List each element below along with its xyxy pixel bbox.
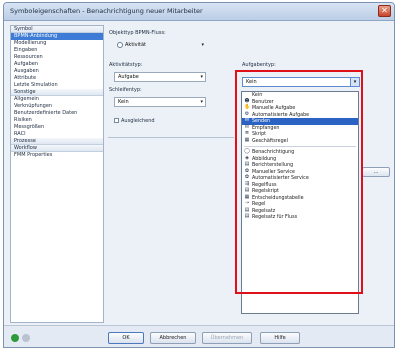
dropdown-option-label: Empfangen [252,125,280,131]
dropdown-option-label: Regelfluss [252,182,277,188]
nav-section-header[interactable]: Sonstige [11,89,103,96]
bpmn-flow-value: Aktivität [125,42,146,48]
ok-button[interactable]: OK [108,332,144,344]
manual-service-icon: ✿ [244,167,250,174]
dropdown-option-label: Manuelle Aufgabe [252,106,296,111]
dropdown-option[interactable]: ▦ Geschäftsregel [242,136,358,145]
none-icon [244,92,250,97]
status-idle-icon [22,334,30,342]
chevron-down-icon: ▾ [200,99,203,105]
ruleset-icon: ▤ [244,206,250,213]
sidebar-item[interactable]: Letzte Simulation [11,82,103,89]
dropdown-separator [244,146,356,147]
envelope-icon: ✉ [244,123,250,130]
sidebar-item[interactable]: Allgemein [11,96,103,103]
close-button[interactable]: ✕ [378,5,391,17]
status-ok-icon [11,334,19,342]
apply-button[interactable]: Übernehmen [202,332,252,344]
bpmn-flow-select[interactable]: Aktivität ▾ [114,41,206,51]
dropdown-option-label: Benutzer [252,99,274,105]
dropdown-option-label: Automatisierter Service [252,176,309,181]
dropdown-option-label: Abbildung [252,156,277,162]
loop-type-label: Schleifentyp: [109,87,142,93]
dropdown-option-label: Senden [252,119,271,124]
sidebar-item[interactable]: Aufgaben [11,61,103,68]
more-button[interactable]: ... [362,167,390,177]
mapping-icon: ◈ [245,154,249,161]
loop-type-value: Kein [118,99,129,105]
speech-bubble-icon: ◯ [244,148,250,154]
rule-icon: ⇢ [244,200,250,206]
sidebar-item[interactable]: Ressourcen [11,54,103,61]
sidebar-nav: Symbol BPMN-Anbindung Modellierung Eingaben… [10,25,104,323]
sidebar-item[interactable]: Risiken [11,117,103,124]
sidebar-item[interactable]: Attribute [11,75,103,82]
dropdown-option-label: Regelskript [252,189,279,194]
task-type-dropdown-list: Kein ☻ Benutzer ✋ Manuelle Aufgabe ⚙ Automatis… [241,91,359,314]
radio-icon [117,41,123,48]
dropdown-option-label: Regelsatz [252,208,276,214]
task-type-label: Aufgabentyp: [242,62,276,68]
sidebar-item[interactable]: Messgrößen [11,124,103,131]
chevron-down-icon: ▾ [200,74,203,80]
compensation-checkbox[interactable]: Ausgleichend [114,118,155,124]
nav-section-header[interactable]: Workflow [11,145,103,152]
dropdown-option-label: Berichterstellung [252,163,294,168]
sidebar-item[interactable]: Verknüpfungen [11,103,103,110]
dropdown-option-label: Regelsatz für Fluss [252,215,298,220]
nav-section-header[interactable]: Symbol [11,26,103,33]
task-type-value: Kein [246,79,257,85]
auto-service-icon: ✿ [244,174,250,180]
main-content: Objekttyp BPMN-Fluss: Aktivität ▾ Aktivi… [108,25,392,323]
dropdown-option-label: Manueller Service [252,169,295,175]
task-type-select[interactable]: Kein ▾ [242,77,360,87]
dropdown-option-label: Kein [252,93,263,98]
sidebar-item[interactable]: BPMN-Anbindung [11,33,103,40]
help-button[interactable]: Hilfe [260,332,300,344]
report-icon: ▤ [244,161,250,167]
title-bar: Symboleigenschaften - Benachrichtigung n… [4,3,394,21]
sidebar-item[interactable]: Eingaben [11,47,103,54]
compensation-label: Ausgleichend [121,118,155,124]
chevron-down-icon: ▾ [350,78,359,86]
dropdown-option-label: Skript [252,132,267,137]
sidebar-item[interactable]: RACI [11,131,103,138]
hand-icon: ✋ [244,104,251,110]
script-icon: ≣ [244,130,250,136]
dropdown-option-label: Automatisierte Aufgabe [252,112,310,118]
bpmn-flow-label: Objekttyp BPMN-Fluss: [109,30,166,36]
loop-type-select[interactable]: Kein ▾ [114,97,206,107]
activity-type-label: Aktivitätstyp: [109,62,143,68]
properties-dialog: Symboleigenschaften - Benachrichtigung n… [3,2,395,348]
divider [108,137,234,138]
dropdown-option-label: Geschäftsregel [252,138,288,144]
rule-script-icon: ▤ [244,187,250,193]
dialog-footer: OK Abbrechen Übernehmen Hilfe [4,325,394,347]
user-icon: ☻ [244,97,250,104]
checkbox-icon [114,118,119,123]
gear-icon: ⚙ [244,110,250,117]
envelope-filled-icon: ✉ [244,117,250,123]
activity-type-select[interactable]: Aufgabe ▾ [114,72,206,82]
window-title: Symboleigenschaften - Benachrichtigung n… [10,7,203,15]
cancel-button[interactable]: Abbrechen [150,332,196,344]
sidebar-item[interactable]: Modellierung [11,40,103,47]
nav-section-header[interactable]: Prozesse [11,138,103,145]
dropdown-option[interactable]: ▤ Regelsatz für Fluss [242,214,358,221]
dropdown-option-label: Entscheidungstabelle [252,195,304,201]
sidebar-item[interactable]: Benutzerdefinierte Daten [11,110,103,117]
sidebar-item[interactable]: Ausgaben [11,68,103,75]
dropdown-option-label: Benachrichtigung [252,150,295,155]
activity-type-value: Aufgabe [118,74,139,80]
chevron-down-icon: ▾ [201,42,204,48]
dropdown-option-label: Regel [252,202,266,207]
ruleset-flow-icon: ▤ [244,213,250,219]
rule-flow-icon: ⇶ [244,180,250,187]
decision-table-icon: ▦ [244,193,250,200]
table-icon: ▦ [244,136,250,143]
sidebar-item[interactable]: FMM Properties [11,152,103,159]
